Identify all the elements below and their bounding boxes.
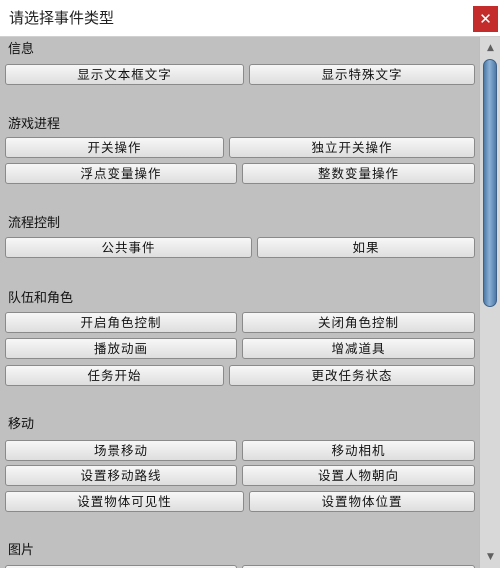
- set-character-direction-button[interactable]: 设置人物朝向: [242, 465, 475, 486]
- set-move-route-button[interactable]: 设置移动路线: [5, 465, 237, 486]
- move-camera-button[interactable]: 移动相机: [242, 440, 475, 461]
- change-items-button[interactable]: 增减道具: [242, 338, 475, 359]
- if-button[interactable]: 如果: [257, 237, 475, 258]
- self-switch-operation-button[interactable]: 独立开关操作: [229, 137, 475, 158]
- close-icon: ✕: [479, 10, 492, 28]
- enable-character-control-button[interactable]: 开启角色控制: [5, 312, 237, 333]
- integer-variable-button[interactable]: 整数变量操作: [242, 163, 475, 184]
- common-event-button[interactable]: 公共事件: [5, 237, 252, 258]
- set-object-position-button[interactable]: 设置物体位置: [249, 491, 475, 512]
- section-title: 信息: [8, 42, 35, 57]
- section-title: 移动: [8, 417, 35, 432]
- switch-operation-button[interactable]: 开关操作: [5, 137, 224, 158]
- title-bar: 请选择事件类型 ✕: [0, 0, 500, 37]
- window-title: 请选择事件类型: [9, 9, 115, 27]
- start-quest-button[interactable]: 任务开始: [5, 365, 224, 386]
- set-object-visibility-button[interactable]: 设置物体可见性: [5, 491, 244, 512]
- show-special-text-button[interactable]: 显示特殊文字: [249, 64, 475, 85]
- scroll-up-icon[interactable]: ▲: [480, 39, 500, 57]
- event-type-list: 信息 显示文本框文字 显示特殊文字 游戏进程 开关操作 独立开关操作 浮点变量操…: [0, 37, 479, 568]
- section-title: 游戏进程: [8, 117, 61, 132]
- close-button[interactable]: ✕: [473, 6, 498, 32]
- scroll-down-icon[interactable]: ▼: [480, 548, 500, 566]
- show-text-button[interactable]: 显示文本框文字: [5, 64, 244, 85]
- change-quest-state-button[interactable]: 更改任务状态: [229, 365, 475, 386]
- scrollbar-thumb[interactable]: [483, 59, 497, 307]
- scene-move-button[interactable]: 场景移动: [5, 440, 237, 461]
- section-title: 图片: [8, 543, 35, 558]
- play-animation-button[interactable]: 播放动画: [5, 338, 237, 359]
- section-title: 队伍和角色: [8, 291, 74, 306]
- disable-character-control-button[interactable]: 关闭角色控制: [242, 312, 475, 333]
- vertical-scrollbar[interactable]: ▲ ▼: [479, 37, 500, 568]
- float-variable-button[interactable]: 浮点变量操作: [5, 163, 237, 184]
- section-title: 流程控制: [8, 216, 61, 231]
